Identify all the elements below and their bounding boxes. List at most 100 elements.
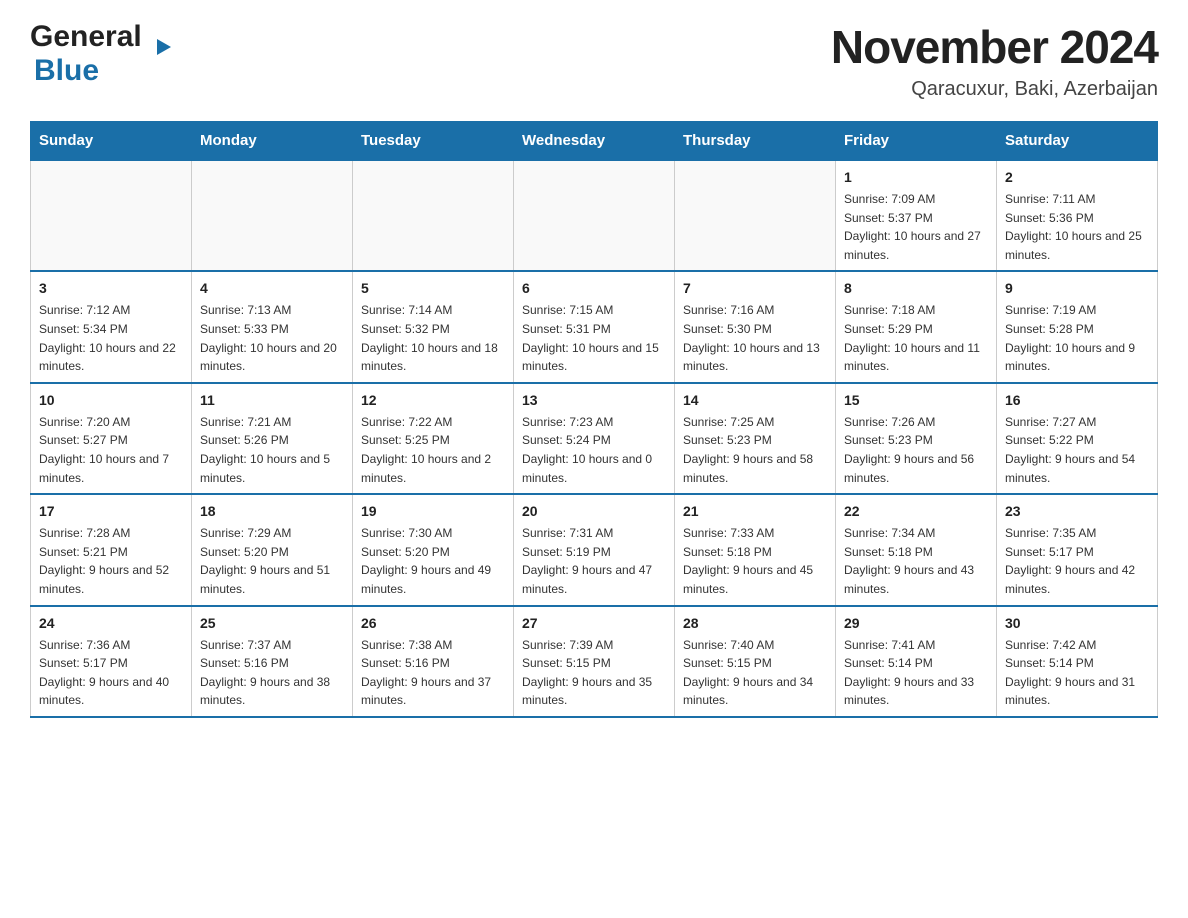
calendar-cell: 23Sunrise: 7:35 AMSunset: 5:17 PMDayligh… — [997, 494, 1158, 605]
day-info: Sunrise: 7:11 AMSunset: 5:36 PMDaylight:… — [1005, 190, 1149, 264]
day-info: Sunrise: 7:12 AMSunset: 5:34 PMDaylight:… — [39, 301, 183, 375]
calendar-cell: 7Sunrise: 7:16 AMSunset: 5:30 PMDaylight… — [675, 271, 836, 382]
day-info: Sunrise: 7:29 AMSunset: 5:20 PMDaylight:… — [200, 524, 344, 598]
logo-general-text: General — [30, 20, 142, 54]
day-info: Sunrise: 7:36 AMSunset: 5:17 PMDaylight:… — [39, 636, 183, 710]
day-info: Sunrise: 7:39 AMSunset: 5:15 PMDaylight:… — [522, 636, 666, 710]
day-number: 23 — [1005, 501, 1149, 522]
day-info: Sunrise: 7:31 AMSunset: 5:19 PMDaylight:… — [522, 524, 666, 598]
day-number: 1 — [844, 167, 988, 188]
calendar-cell: 8Sunrise: 7:18 AMSunset: 5:29 PMDaylight… — [836, 271, 997, 382]
calendar-cell: 27Sunrise: 7:39 AMSunset: 5:15 PMDayligh… — [514, 606, 675, 717]
calendar-cell: 15Sunrise: 7:26 AMSunset: 5:23 PMDayligh… — [836, 383, 997, 494]
page-header: General Blue November 2024 Qaracuxur, Ba… — [30, 20, 1158, 101]
day-number: 18 — [200, 501, 344, 522]
day-number: 9 — [1005, 278, 1149, 299]
day-number: 17 — [39, 501, 183, 522]
day-info: Sunrise: 7:41 AMSunset: 5:14 PMDaylight:… — [844, 636, 988, 710]
day-info: Sunrise: 7:33 AMSunset: 5:18 PMDaylight:… — [683, 524, 827, 598]
calendar-cell: 6Sunrise: 7:15 AMSunset: 5:31 PMDaylight… — [514, 271, 675, 382]
calendar-cell: 18Sunrise: 7:29 AMSunset: 5:20 PMDayligh… — [192, 494, 353, 605]
day-number: 28 — [683, 613, 827, 634]
day-info: Sunrise: 7:18 AMSunset: 5:29 PMDaylight:… — [844, 301, 988, 375]
day-info: Sunrise: 7:37 AMSunset: 5:16 PMDaylight:… — [200, 636, 344, 710]
day-number: 16 — [1005, 390, 1149, 411]
day-info: Sunrise: 7:42 AMSunset: 5:14 PMDaylight:… — [1005, 636, 1149, 710]
logo-blue-text: Blue — [34, 54, 99, 87]
day-info: Sunrise: 7:14 AMSunset: 5:32 PMDaylight:… — [361, 301, 505, 375]
day-number: 20 — [522, 501, 666, 522]
day-number: 24 — [39, 613, 183, 634]
calendar-cell: 11Sunrise: 7:21 AMSunset: 5:26 PMDayligh… — [192, 383, 353, 494]
day-number: 3 — [39, 278, 183, 299]
calendar-cell: 14Sunrise: 7:25 AMSunset: 5:23 PMDayligh… — [675, 383, 836, 494]
calendar-cell: 28Sunrise: 7:40 AMSunset: 5:15 PMDayligh… — [675, 606, 836, 717]
day-info: Sunrise: 7:28 AMSunset: 5:21 PMDaylight:… — [39, 524, 183, 598]
day-info: Sunrise: 7:16 AMSunset: 5:30 PMDaylight:… — [683, 301, 827, 375]
day-number: 12 — [361, 390, 505, 411]
calendar-cell — [514, 160, 675, 271]
calendar-cell: 13Sunrise: 7:23 AMSunset: 5:24 PMDayligh… — [514, 383, 675, 494]
calendar-cell: 17Sunrise: 7:28 AMSunset: 5:21 PMDayligh… — [31, 494, 192, 605]
calendar-week-5: 24Sunrise: 7:36 AMSunset: 5:17 PMDayligh… — [31, 606, 1158, 717]
day-number: 6 — [522, 278, 666, 299]
calendar-week-4: 17Sunrise: 7:28 AMSunset: 5:21 PMDayligh… — [31, 494, 1158, 605]
weekday-header-friday: Friday — [836, 122, 997, 161]
day-number: 21 — [683, 501, 827, 522]
calendar-cell: 10Sunrise: 7:20 AMSunset: 5:27 PMDayligh… — [31, 383, 192, 494]
day-info: Sunrise: 7:27 AMSunset: 5:22 PMDaylight:… — [1005, 413, 1149, 487]
calendar-week-3: 10Sunrise: 7:20 AMSunset: 5:27 PMDayligh… — [31, 383, 1158, 494]
weekday-header-thursday: Thursday — [675, 122, 836, 161]
day-number: 2 — [1005, 167, 1149, 188]
day-info: Sunrise: 7:35 AMSunset: 5:17 PMDaylight:… — [1005, 524, 1149, 598]
day-number: 11 — [200, 390, 344, 411]
day-info: Sunrise: 7:13 AMSunset: 5:33 PMDaylight:… — [200, 301, 344, 375]
calendar-cell: 24Sunrise: 7:36 AMSunset: 5:17 PMDayligh… — [31, 606, 192, 717]
calendar-cell: 19Sunrise: 7:30 AMSunset: 5:20 PMDayligh… — [353, 494, 514, 605]
day-info: Sunrise: 7:40 AMSunset: 5:15 PMDaylight:… — [683, 636, 827, 710]
calendar-cell: 20Sunrise: 7:31 AMSunset: 5:19 PMDayligh… — [514, 494, 675, 605]
day-number: 15 — [844, 390, 988, 411]
calendar-cell: 4Sunrise: 7:13 AMSunset: 5:33 PMDaylight… — [192, 271, 353, 382]
day-number: 19 — [361, 501, 505, 522]
day-number: 14 — [683, 390, 827, 411]
title-section: November 2024 Qaracuxur, Baki, Azerbaija… — [831, 20, 1158, 101]
calendar-cell: 21Sunrise: 7:33 AMSunset: 5:18 PMDayligh… — [675, 494, 836, 605]
location-subtitle: Qaracuxur, Baki, Azerbaijan — [831, 78, 1158, 101]
calendar-cell: 22Sunrise: 7:34 AMSunset: 5:18 PMDayligh… — [836, 494, 997, 605]
day-info: Sunrise: 7:21 AMSunset: 5:26 PMDaylight:… — [200, 413, 344, 487]
day-number: 27 — [522, 613, 666, 634]
calendar-header-row: SundayMondayTuesdayWednesdayThursdayFrid… — [31, 122, 1158, 161]
day-info: Sunrise: 7:22 AMSunset: 5:25 PMDaylight:… — [361, 413, 505, 487]
day-number: 25 — [200, 613, 344, 634]
day-number: 4 — [200, 278, 344, 299]
day-info: Sunrise: 7:20 AMSunset: 5:27 PMDaylight:… — [39, 413, 183, 487]
calendar-cell — [192, 160, 353, 271]
calendar-cell: 3Sunrise: 7:12 AMSunset: 5:34 PMDaylight… — [31, 271, 192, 382]
calendar-cell: 26Sunrise: 7:38 AMSunset: 5:16 PMDayligh… — [353, 606, 514, 717]
calendar-cell: 5Sunrise: 7:14 AMSunset: 5:32 PMDaylight… — [353, 271, 514, 382]
logo: General Blue — [30, 20, 151, 88]
weekday-header-monday: Monday — [192, 122, 353, 161]
day-info: Sunrise: 7:25 AMSunset: 5:23 PMDaylight:… — [683, 413, 827, 487]
day-info: Sunrise: 7:38 AMSunset: 5:16 PMDaylight:… — [361, 636, 505, 710]
weekday-header-wednesday: Wednesday — [514, 122, 675, 161]
day-number: 5 — [361, 278, 505, 299]
day-number: 13 — [522, 390, 666, 411]
day-info: Sunrise: 7:30 AMSunset: 5:20 PMDaylight:… — [361, 524, 505, 598]
calendar-cell — [31, 160, 192, 271]
day-number: 26 — [361, 613, 505, 634]
day-info: Sunrise: 7:15 AMSunset: 5:31 PMDaylight:… — [522, 301, 666, 375]
day-info: Sunrise: 7:26 AMSunset: 5:23 PMDaylight:… — [844, 413, 988, 487]
calendar-cell: 2Sunrise: 7:11 AMSunset: 5:36 PMDaylight… — [997, 160, 1158, 271]
calendar-cell: 29Sunrise: 7:41 AMSunset: 5:14 PMDayligh… — [836, 606, 997, 717]
day-number: 29 — [844, 613, 988, 634]
day-number: 30 — [1005, 613, 1149, 634]
calendar-week-1: 1Sunrise: 7:09 AMSunset: 5:37 PMDaylight… — [31, 160, 1158, 271]
calendar-cell — [353, 160, 514, 271]
day-number: 8 — [844, 278, 988, 299]
day-info: Sunrise: 7:34 AMSunset: 5:18 PMDaylight:… — [844, 524, 988, 598]
day-info: Sunrise: 7:23 AMSunset: 5:24 PMDaylight:… — [522, 413, 666, 487]
calendar-cell: 1Sunrise: 7:09 AMSunset: 5:37 PMDaylight… — [836, 160, 997, 271]
day-number: 7 — [683, 278, 827, 299]
